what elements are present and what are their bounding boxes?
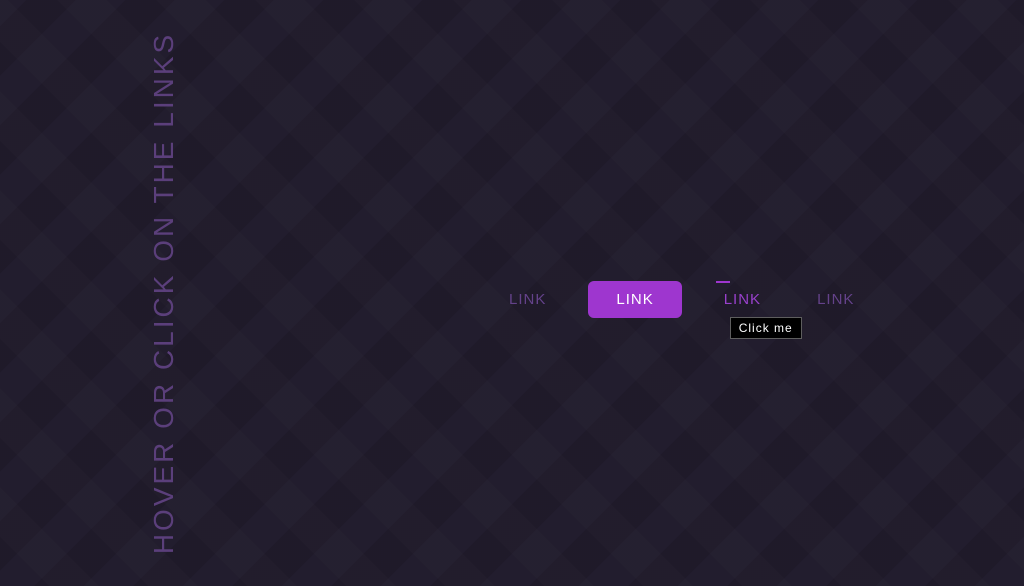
hover-indicator: [716, 281, 730, 283]
nav-link-1[interactable]: LINK: [495, 281, 560, 318]
nav-link-3-label: LINK: [724, 291, 761, 308]
nav-link-2[interactable]: LINK: [588, 281, 681, 318]
instruction-heading: HOVER OR CLICK ON THE LINKS: [148, 32, 180, 554]
link-tooltip: Click me: [730, 317, 802, 339]
nav-link-3[interactable]: LINK Click me: [710, 281, 775, 318]
link-navigation: LINK LINK LINK Click me LINK: [495, 281, 868, 318]
nav-link-4[interactable]: LINK: [803, 281, 868, 318]
